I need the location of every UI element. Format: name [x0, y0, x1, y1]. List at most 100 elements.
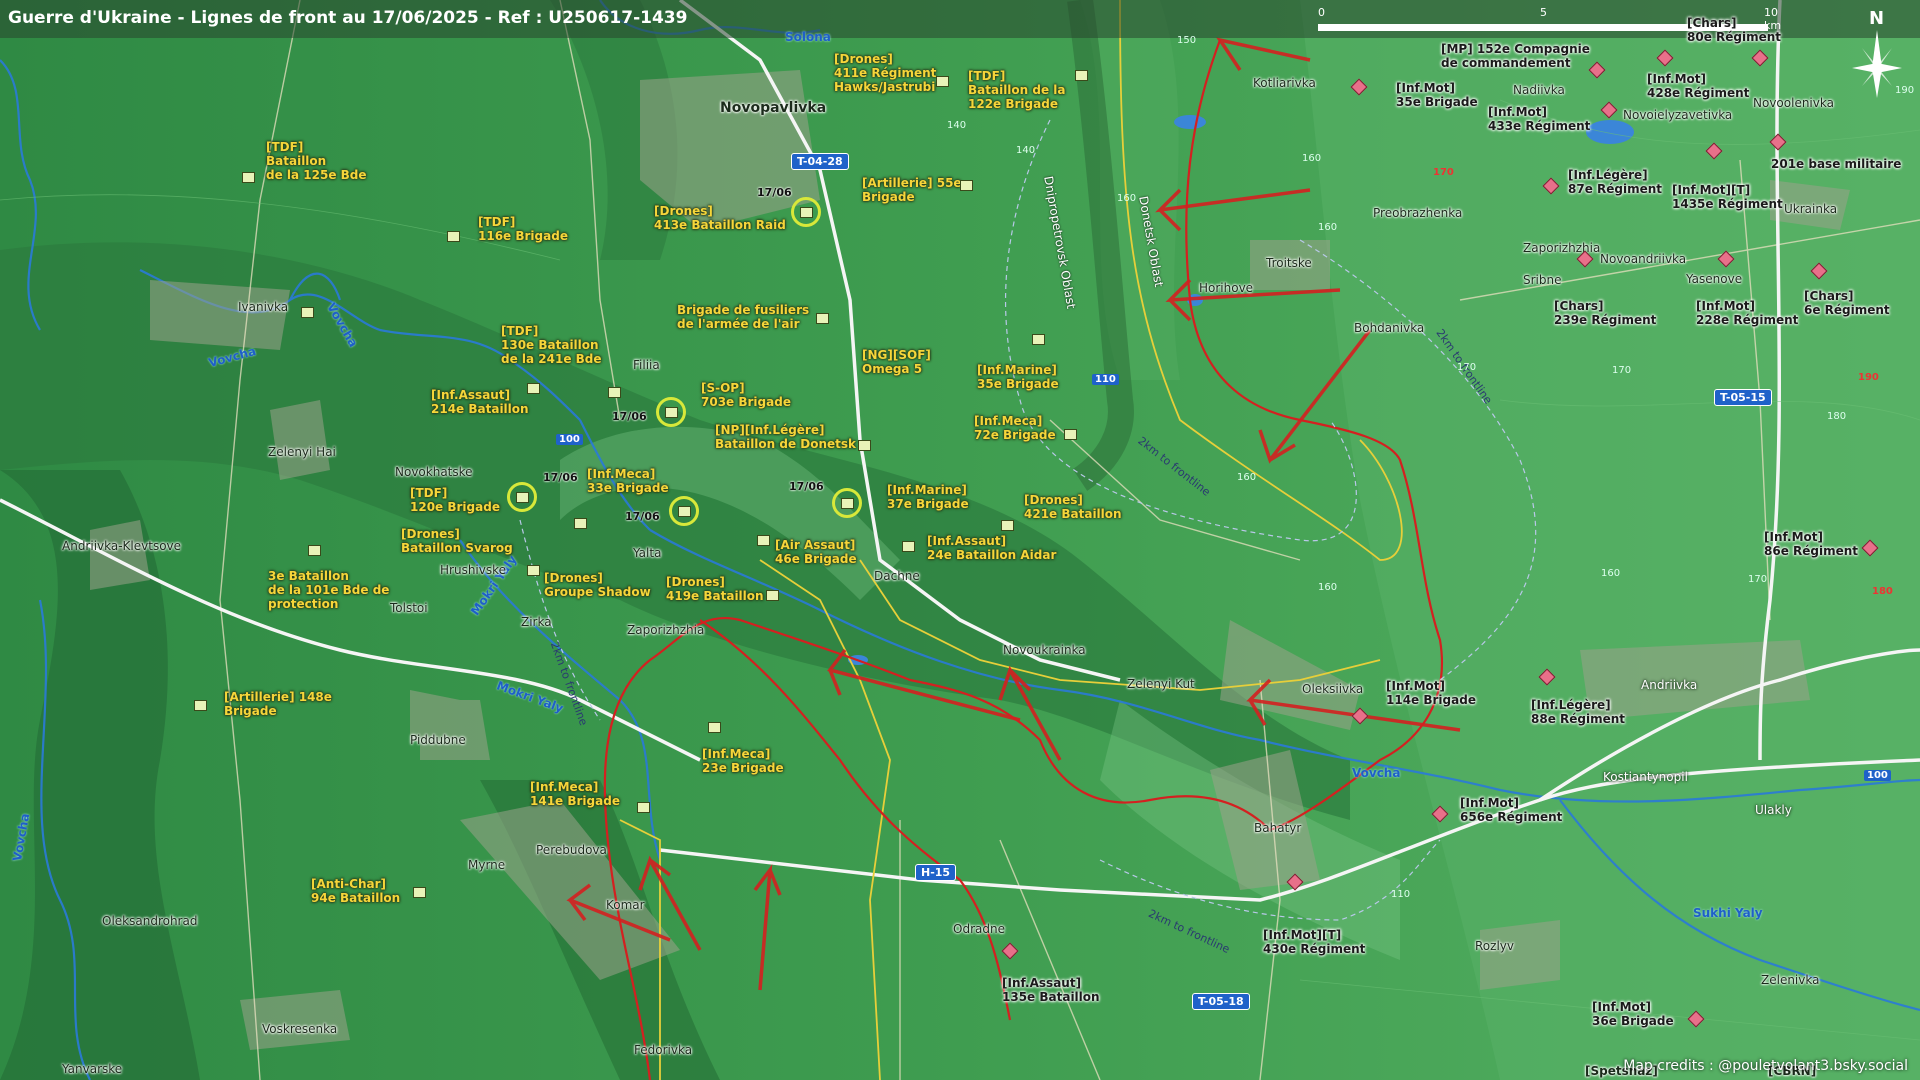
road-badge: T-05-18 — [1192, 993, 1250, 1010]
ua-unit-label[interactable]: [Drones] 419e Bataillon — [666, 575, 764, 603]
elevation-label: 190 — [1858, 372, 1879, 383]
ua-unit-symbol-icon[interactable] — [960, 180, 973, 191]
ua-unit-symbol-icon[interactable] — [816, 313, 829, 324]
ua-unit-label[interactable]: [TDF] 120e Brigade — [410, 486, 500, 514]
recent-position-marker[interactable] — [656, 397, 686, 427]
position-date: 17/06 — [612, 410, 647, 423]
ua-unit-symbol-icon[interactable] — [527, 383, 540, 394]
ua-unit-symbol-icon[interactable] — [1075, 70, 1088, 81]
ru-unit-label[interactable]: [Inf.Mot] 35e Brigade — [1396, 81, 1478, 109]
position-date: 17/06 — [757, 186, 792, 199]
ua-unit-label[interactable]: [Drones] 411e Régiment Hawks/Jastrubi — [834, 52, 936, 94]
ua-unit-symbol-icon[interactable] — [1001, 520, 1014, 531]
elevation-label: 170 — [1748, 574, 1768, 585]
map-canvas[interactable]: Guerre d'Ukraine - Lignes de front au 17… — [0, 0, 1920, 1080]
ru-unit-label[interactable]: [Inf.Mot] 114e Brigade — [1386, 679, 1476, 707]
elevation-label: 140 — [1016, 145, 1036, 156]
recent-position-marker[interactable] — [669, 496, 699, 526]
ua-unit-label[interactable]: [S-OP] 703e Brigade — [701, 381, 791, 409]
place-label: Hrushivske — [440, 563, 507, 577]
ua-unit-symbol-icon[interactable] — [637, 802, 650, 813]
ua-unit-label[interactable]: [Drones] Bataillon Svarog — [401, 527, 513, 555]
ua-unit-label[interactable]: [TDF] 116e Brigade — [478, 215, 568, 243]
ua-unit-symbol-icon[interactable] — [902, 541, 915, 552]
ua-unit-symbol-icon[interactable] — [194, 700, 207, 711]
ua-unit-symbol-icon[interactable] — [858, 440, 871, 451]
ru-unit-label[interactable]: [Inf.Mot] 428e Régiment — [1647, 72, 1749, 100]
recent-position-marker[interactable] — [832, 488, 862, 518]
ua-unit-label[interactable]: [Inf.Assaut] 214e Bataillon — [431, 388, 529, 416]
ua-unit-label[interactable]: [Artillerie] 148e Brigade — [224, 690, 332, 718]
ua-unit-label[interactable]: [Inf.Meca] 72e Brigade — [974, 414, 1056, 442]
ru-unit-label[interactable]: [Inf.Mot][T] 1435e Régiment — [1672, 183, 1783, 211]
ua-unit-label[interactable]: [NG][SOF] Omega 5 — [862, 348, 931, 376]
ua-unit-symbol-icon[interactable] — [708, 722, 721, 733]
ru-unit-label[interactable]: [Inf.Mot] 656e Régiment — [1460, 796, 1562, 824]
ua-unit-label[interactable]: [TDF] Bataillon de la 125e Bde — [266, 140, 367, 182]
ua-unit-symbol-icon[interactable] — [766, 590, 779, 601]
north-label: N — [1869, 8, 1885, 29]
ua-unit-symbol-icon[interactable] — [1032, 334, 1045, 345]
place-label: Yasenove — [1686, 272, 1743, 286]
place-label: Perebudova — [536, 843, 607, 857]
ru-unit-label[interactable]: [Inf.Légère] 88e Régiment — [1531, 698, 1625, 726]
ua-unit-symbol-icon[interactable] — [1064, 429, 1077, 440]
ru-unit-label[interactable]: [MP] 152e Compagnie de commandement — [1441, 42, 1590, 70]
map-title: Guerre d'Ukraine - Lignes de front au 17… — [8, 8, 688, 28]
ua-unit-label[interactable]: [NP][Inf.Légère] Bataillon de Donetsk — [715, 423, 856, 451]
ua-unit-symbol-icon[interactable] — [608, 387, 621, 398]
ua-unit-label[interactable]: 3e Bataillon de la 101e Bde de protection — [268, 569, 389, 611]
scale-zero: 0 — [1318, 6, 1325, 19]
place-label: Komar — [606, 898, 645, 912]
ua-unit-label[interactable]: [Drones] 421e Bataillon — [1024, 493, 1122, 521]
ua-unit-symbol-icon[interactable] — [242, 172, 255, 183]
ru-unit-label[interactable]: [Inf.Légère] 87e Régiment — [1568, 168, 1662, 196]
ru-unit-label[interactable]: [Inf.Mot] 86e Régiment — [1764, 530, 1858, 558]
ua-unit-label[interactable]: [Drones] Groupe Shadow — [544, 571, 651, 599]
ua-unit-symbol-icon[interactable] — [757, 535, 770, 546]
ua-unit-label[interactable]: [TDF] Bataillon de la 122e Brigade — [968, 69, 1066, 111]
ua-unit-label[interactable]: [Inf.Marine] 37e Brigade — [887, 483, 969, 511]
ru-unit-label[interactable]: [Inf.Mot] 36e Brigade — [1592, 1000, 1674, 1028]
ua-unit-label[interactable]: [Inf.Meca] 33e Brigade — [587, 467, 669, 495]
ua-unit-symbol-icon[interactable] — [413, 887, 426, 898]
place-label: Horihove — [1199, 281, 1254, 295]
ua-unit-label[interactable]: [TDF] 130e Bataillon de la 241e Bde — [501, 324, 602, 366]
ru-unit-label[interactable]: 201e base militaire — [1771, 157, 1901, 171]
ru-unit-label[interactable]: [Chars] 80e Régiment — [1687, 16, 1781, 44]
road-badge: T-04-28 — [791, 153, 849, 170]
place-label: Yalta — [633, 546, 662, 560]
position-date: 17/06 — [625, 510, 660, 523]
ua-unit-label[interactable]: [Artillerie] 55e Brigade — [862, 176, 962, 204]
position-date: 17/06 — [789, 480, 824, 493]
elevation-label: 160 — [1117, 193, 1137, 204]
ua-unit-label[interactable]: [Inf.Marine] 35e Brigade — [977, 363, 1059, 391]
ua-unit-label[interactable]: [Air Assaut] 46e Brigade — [775, 538, 857, 566]
place-label: Fedorivka — [634, 1043, 693, 1057]
elevation-label: 140 — [947, 120, 967, 131]
ru-unit-label[interactable]: [Inf.Assaut] 135e Bataillon — [1002, 976, 1100, 1004]
ua-unit-label[interactable]: [Inf.Assaut] 24e Bataillon Aidar — [927, 534, 1056, 562]
ua-unit-label[interactable]: Brigade de fusiliers de l'armée de l'air — [677, 303, 809, 331]
ua-unit-label[interactable]: [Inf.Meca] 141e Brigade — [530, 780, 620, 808]
place-label: Filiia — [633, 358, 660, 372]
ua-unit-label[interactable]: [Inf.Meca] 23e Brigade — [702, 747, 784, 775]
ua-unit-symbol-icon[interactable] — [527, 565, 540, 576]
ru-unit-label[interactable]: [Chars] 6e Régiment — [1804, 289, 1890, 317]
ru-unit-label[interactable]: [Chars] 239e Régiment — [1554, 299, 1656, 327]
ru-unit-label[interactable]: [Inf.Mot][T] 430e Régiment — [1263, 928, 1365, 956]
ru-unit-label[interactable]: [Inf.Mot] 228e Régiment — [1696, 299, 1798, 327]
place-label: Andriivka — [1641, 678, 1698, 692]
ua-unit-label[interactable]: [Drones] 413e Bataillon Raid — [654, 204, 786, 232]
place-label: Troitske — [1266, 256, 1312, 270]
elevation-label: 160 — [1237, 472, 1257, 483]
recent-position-marker[interactable] — [507, 482, 537, 512]
recent-position-marker[interactable] — [791, 197, 821, 227]
ua-unit-symbol-icon[interactable] — [574, 518, 587, 529]
ru-unit-label[interactable]: [Inf.Mot] 433e Régiment — [1488, 105, 1590, 133]
ua-unit-symbol-icon[interactable] — [447, 231, 460, 242]
ua-unit-symbol-icon[interactable] — [301, 307, 314, 318]
ua-unit-symbol-icon[interactable] — [936, 76, 949, 87]
ua-unit-symbol-icon[interactable] — [308, 545, 321, 556]
ua-unit-label[interactable]: [Anti-Char] 94e Bataillon — [311, 877, 400, 905]
